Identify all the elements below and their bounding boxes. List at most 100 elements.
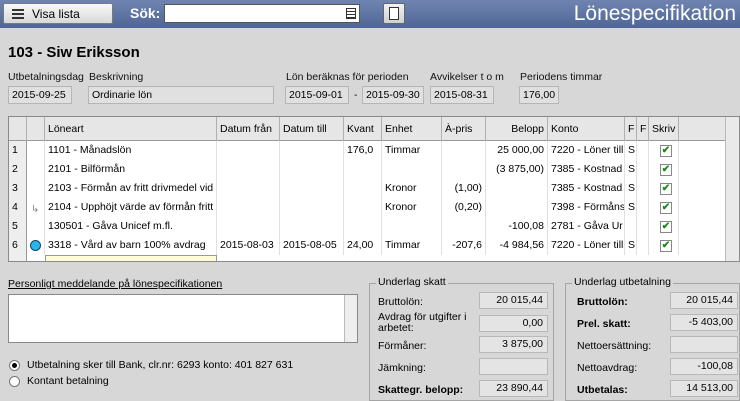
skriv-checkbox[interactable]: ✔ [660, 240, 672, 252]
cell-kvant[interactable] [344, 198, 382, 217]
cell-apris[interactable]: (0,20) [442, 198, 486, 217]
cell-apris[interactable]: (1,00) [442, 179, 486, 198]
cell-f1[interactable] [625, 217, 637, 236]
cell-belopp[interactable] [486, 198, 548, 217]
cell-belopp[interactable]: -100,08 [486, 217, 548, 236]
cell-kvant[interactable] [344, 160, 382, 179]
cell-from[interactable] [217, 141, 280, 160]
cell-loneart[interactable]: 1101 - Månadslön [45, 141, 217, 160]
message-textarea[interactable] [8, 294, 358, 343]
cell-konto[interactable]: 7398 - Förmåns [548, 198, 625, 217]
cell-to[interactable] [280, 160, 344, 179]
utbetalningsdag-field[interactable]: 2015-09-25 [8, 86, 72, 104]
message-scrollbar[interactable] [344, 295, 357, 342]
header-belopp[interactable]: Belopp [486, 117, 548, 141]
cell-kvant[interactable]: 24,00 [344, 236, 382, 255]
cell-f1[interactable]: S [625, 141, 637, 160]
table-row[interactable]: 2 2101 - Bilförmån (3 875,00) 7385 - Kostna… [9, 160, 709, 179]
kontant-radio[interactable] [9, 376, 20, 387]
cell-kvant[interactable] [344, 217, 382, 236]
cell-f1[interactable]: S [625, 236, 637, 255]
cell-from[interactable] [217, 179, 280, 198]
search-input[interactable] [164, 4, 360, 23]
cell-to[interactable] [280, 198, 344, 217]
cell-apris[interactable] [442, 217, 486, 236]
skriv-checkbox-cell[interactable]: ✔ [649, 217, 679, 236]
document-button[interactable] [383, 3, 405, 24]
new-row-loneart-input[interactable] [45, 255, 217, 261]
period-from-field[interactable]: 2015-09-01 [285, 86, 349, 104]
table-row[interactable]: 5 130501 - Gåva Unicef m.fl. -100,08 2781 -… [9, 217, 709, 236]
header-f2[interactable]: F [637, 117, 649, 141]
header-konto[interactable]: Konto [548, 117, 625, 141]
cell-enhet[interactable]: Kronor [382, 179, 442, 198]
cell-loneart[interactable]: 3318 - Vård av barn 100% avdrag [45, 236, 217, 255]
avvikelser-field[interactable]: 2015-08-31 [430, 86, 494, 104]
header-f1[interactable]: F [625, 117, 637, 141]
skriv-checkbox[interactable]: ✔ [660, 164, 672, 176]
skriv-checkbox[interactable]: ✔ [660, 145, 672, 157]
cell-belopp[interactable]: 25 000,00 [486, 141, 548, 160]
cell-kvant[interactable]: 176,0 [344, 141, 382, 160]
skriv-checkbox-cell[interactable]: ✔ [649, 236, 679, 255]
cell-enhet[interactable]: Timmar [382, 141, 442, 160]
skriv-checkbox-cell[interactable]: ✔ [649, 198, 679, 217]
header-kvant[interactable]: Kvant [344, 117, 382, 141]
skriv-checkbox-cell[interactable]: ✔ [649, 179, 679, 198]
cell-konto[interactable]: 7220 - Löner till [548, 236, 625, 255]
header-loneart[interactable]: Löneart [45, 117, 217, 141]
beskrivning-field[interactable]: Ordinarie lön [88, 86, 274, 104]
skriv-checkbox[interactable]: ✔ [660, 221, 672, 233]
cell-belopp[interactable]: (3 875,00) [486, 160, 548, 179]
cell-f1[interactable]: S [625, 198, 637, 217]
cell-f2[interactable] [637, 141, 649, 160]
cell-konto[interactable]: 2781 - Gåva Ur [548, 217, 625, 236]
cell-belopp[interactable] [486, 179, 548, 198]
cell-from[interactable]: 2015-08-03 [217, 236, 280, 255]
table-scrollbar[interactable] [725, 117, 739, 261]
search-list-icon[interactable] [346, 8, 356, 19]
skriv-checkbox-cell[interactable]: ✔ [649, 160, 679, 179]
skatt-jamkning-value[interactable] [479, 358, 548, 375]
cell-to[interactable] [280, 141, 344, 160]
bank-radio[interactable] [9, 360, 20, 371]
cell-f2[interactable] [637, 217, 649, 236]
skriv-checkbox[interactable]: ✔ [660, 183, 672, 195]
cell-f2[interactable] [637, 160, 649, 179]
table-row[interactable]: 1 1101 - Månadslön 176,0 Timmar 25 000,00 722… [9, 141, 709, 160]
cell-to[interactable]: 2015-08-05 [280, 236, 344, 255]
skriv-checkbox-cell[interactable]: ✔ [649, 141, 679, 160]
header-enhet[interactable]: Enhet [382, 117, 442, 141]
cell-to[interactable] [280, 179, 344, 198]
cell-loneart[interactable]: 2101 - Bilförmån [45, 160, 217, 179]
cell-loneart[interactable]: 2103 - Förmån av fritt drivmedel vid [45, 179, 217, 198]
header-apris[interactable]: À-pris [442, 117, 486, 141]
cell-from[interactable] [217, 198, 280, 217]
period-to-field[interactable]: 2015-09-30 [362, 86, 424, 104]
cell-to[interactable] [280, 217, 344, 236]
visa-lista-button[interactable]: Visa lista [3, 3, 113, 24]
cell-enhet[interactable]: Kronor [382, 198, 442, 217]
table-row[interactable]: 4 ↳ 2104 - Upphöjt värde av förmån fritt Kr… [9, 198, 709, 217]
cell-f1[interactable]: S [625, 160, 637, 179]
table-row[interactable]: 6 3318 - Vård av barn 100% avdrag 2015-08-… [9, 236, 709, 255]
cell-kvant[interactable] [344, 179, 382, 198]
cell-loneart[interactable]: 130501 - Gåva Unicef m.fl. [45, 217, 217, 236]
cell-from[interactable] [217, 160, 280, 179]
header-datum-fran[interactable]: Datum från [217, 117, 280, 141]
cell-apris[interactable]: -207,6 [442, 236, 486, 255]
cell-from[interactable] [217, 217, 280, 236]
header-skriv[interactable]: Skriv [649, 117, 679, 141]
header-datum-till[interactable]: Datum till [280, 117, 344, 141]
cell-f1[interactable]: S [625, 179, 637, 198]
cell-konto[interactable]: 7385 - Kostnad [548, 160, 625, 179]
table-row[interactable]: 3 2103 - Förmån av fritt drivmedel vid Kro… [9, 179, 709, 198]
cell-apris[interactable] [442, 141, 486, 160]
cell-konto[interactable]: 7220 - Löner till [548, 141, 625, 160]
cell-f2[interactable] [637, 198, 649, 217]
cell-loneart[interactable]: 2104 - Upphöjt värde av förmån fritt [45, 198, 217, 217]
cell-f2[interactable] [637, 236, 649, 255]
skriv-checkbox[interactable]: ✔ [660, 202, 672, 214]
cell-enhet[interactable] [382, 160, 442, 179]
cell-enhet[interactable]: Timmar [382, 236, 442, 255]
